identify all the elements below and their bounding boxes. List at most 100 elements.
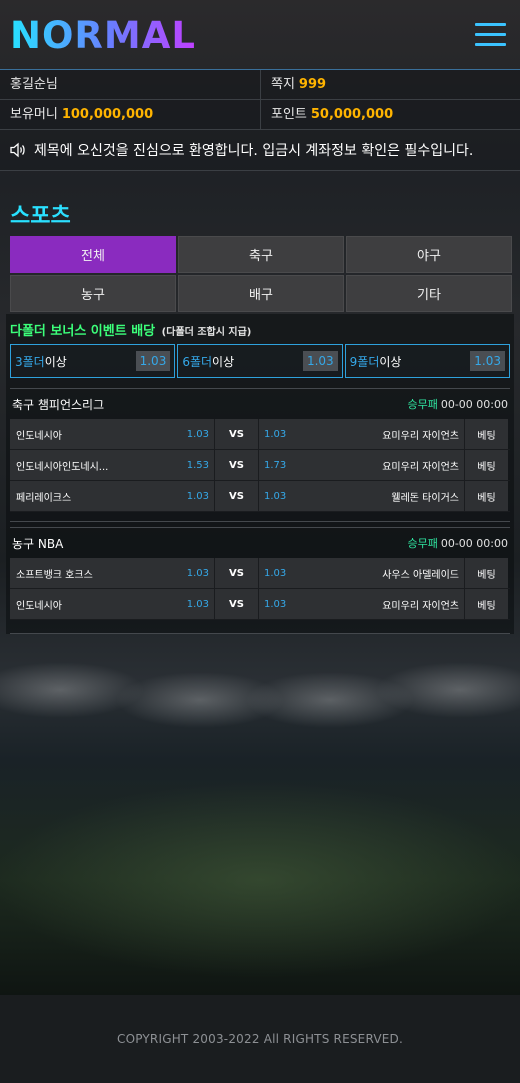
site-logo[interactable]: NORMAL — [10, 14, 196, 57]
money-value: 100,000,000 — [61, 107, 154, 122]
point-cell: 포인트 50,000,000 — [260, 100, 520, 129]
match-row: 페리레이크스 1.03 VS 1.03 웰레돈 타이거스 베팅 — [10, 481, 510, 512]
vs-label: VS — [215, 450, 259, 480]
home-team: 소프트뱅크 호크스 — [16, 569, 93, 581]
point-value: 50,000,000 — [310, 107, 394, 122]
notice-text: 제목에 오신것을 진심으로 환영합니다. 입금시 계좌정보 확인은 필수입니다. — [34, 143, 474, 159]
away-team-button[interactable]: 1.03 요미우리 자이언츠 — [259, 419, 465, 449]
vs-label: VS — [215, 558, 259, 588]
home-odds: 1.53 — [186, 459, 209, 471]
bonus-suffix: 이상 — [379, 354, 402, 369]
bonus-count: 3폴더 — [15, 354, 45, 369]
home-odds: 1.03 — [186, 598, 209, 610]
league-header: 농구 NBA 승무패 00-00 00:00 — [10, 528, 510, 558]
bonus-odds: 1.03 — [135, 351, 171, 371]
tab-all[interactable]: 전체 — [10, 236, 176, 273]
away-odds: 1.73 — [264, 459, 287, 471]
home-odds: 1.03 — [186, 428, 209, 440]
user-name: 홍길순님 — [10, 77, 58, 92]
money-label: 보유머니 — [10, 107, 58, 122]
home-team: 페리레이크스 — [16, 492, 72, 504]
home-team: 인도네시아 — [16, 430, 62, 442]
match-row: 인도네시아 1.03 VS 1.03 요미우리 자이언츠 베팅 — [10, 589, 510, 620]
match-time: 00-00 00:00 — [440, 537, 508, 550]
bonus-3-folder[interactable]: 3폴더이상 1.03 — [10, 344, 176, 378]
speaker-icon — [10, 142, 25, 158]
tab-soccer[interactable]: 축구 — [178, 236, 344, 273]
away-odds: 1.03 — [264, 567, 287, 579]
bet-type: 승무패 — [407, 398, 438, 411]
home-odds: 1.03 — [186, 490, 209, 502]
league-name: 축구 챔피언스리그 — [12, 397, 105, 412]
away-team-button[interactable]: 1.03 사우스 아델레이드 — [259, 558, 465, 588]
home-team-button[interactable]: 인도네시아 1.03 — [10, 419, 215, 449]
away-team: 사우스 아델레이드 — [382, 569, 459, 581]
money-cell: 보유머니 100,000,000 — [0, 100, 260, 129]
bonus-count: 9폴더 — [349, 354, 380, 369]
bonus-count: 6폴더 — [182, 354, 213, 369]
bonus-suffix: 이상 — [212, 354, 235, 369]
bonus-6-folder[interactable]: 6폴더이상 1.03 — [177, 344, 343, 378]
header: NORMAL — [0, 0, 520, 70]
vs-label: VS — [215, 481, 259, 511]
bonus-row: 3폴더이상 1.03 6폴더이상 1.03 9폴더이상 1.03 — [10, 344, 510, 378]
away-team-button[interactable]: 1.03 웰레돈 타이거스 — [259, 481, 465, 511]
home-team-button[interactable]: 페리레이크스 1.03 — [10, 481, 215, 511]
away-team-button[interactable]: 1.03 요미우리 자이언츠 — [259, 589, 465, 619]
bet-button[interactable]: 베팅 — [465, 481, 508, 511]
bonus-suffix: 이상 — [44, 354, 67, 369]
footer: COPYRIGHT 2003-2022 All RIGHTS RESERVED. — [0, 995, 520, 1083]
home-team: 인도네시아 — [16, 600, 62, 612]
bet-type: 승무패 — [407, 537, 438, 550]
point-label: 포인트 — [271, 107, 307, 122]
bonus-title: 다폴더 보너스 이벤트 배당 (다폴더 조합시 지급) — [10, 314, 510, 339]
league-block: 농구 NBA 승무패 00-00 00:00 소프트뱅크 호크스 1.03 VS 1… — [10, 527, 510, 634]
away-team: 요미우리 자이언츠 — [382, 600, 459, 612]
away-odds: 1.03 — [264, 598, 287, 610]
match-row: 소프트뱅크 호크스 1.03 VS 1.03 사우스 아델레이드 베팅 — [10, 558, 510, 589]
away-odds: 1.03 — [264, 428, 287, 440]
vs-label: VS — [215, 589, 259, 619]
message-link[interactable]: 쪽지 999 — [260, 70, 520, 99]
bonus-title-text: 다폴더 보너스 이벤트 배당 — [10, 324, 156, 339]
away-team-button[interactable]: 1.73 요미우리 자이언츠 — [259, 450, 465, 480]
league-header: 축구 챔피언스리그 승무패 00-00 00:00 — [10, 389, 510, 419]
vs-label: VS — [215, 419, 259, 449]
bet-button[interactable]: 베팅 — [465, 450, 508, 480]
match-time: 00-00 00:00 — [440, 398, 508, 411]
bonus-panel: 다폴더 보너스 이벤트 배당 (다폴더 조합시 지급) 3폴더이상 1.03 6… — [6, 314, 514, 634]
bet-button[interactable]: 베팅 — [465, 589, 508, 619]
notice-bar: 제목에 오신것을 진심으로 환영합니다. 입금시 계좌정보 확인은 필수입니다. — [0, 130, 520, 171]
league-divider — [10, 512, 510, 522]
tab-basketball[interactable]: 농구 — [10, 275, 176, 312]
section-title: 스포츠 — [10, 198, 520, 229]
league-block: 축구 챔피언스리그 승무패 00-00 00:00 인도네시아 1.03 VS 1.… — [10, 388, 510, 522]
home-team: 인도네시아인도네시... — [16, 461, 109, 473]
away-team: 요미우리 자이언츠 — [382, 461, 459, 473]
away-team: 요미우리 자이언츠 — [382, 430, 459, 442]
bonus-9-folder[interactable]: 9폴더이상 1.03 — [344, 344, 510, 378]
home-team-button[interactable]: 인도네시아인도네시... 1.53 — [10, 450, 215, 480]
match-row: 인도네시아인도네시... 1.53 VS 1.73 요미우리 자이언츠 베팅 — [10, 450, 510, 481]
page: NORMAL 홍길순님 쪽지 999 보유머니 100,000,000 포인트 50,… — [0, 0, 520, 634]
league-divider — [10, 620, 510, 634]
bonus-odds: 1.03 — [470, 351, 505, 371]
bonus-odds: 1.03 — [302, 351, 338, 371]
tab-baseball[interactable]: 야구 — [346, 236, 512, 273]
bonus-subtitle: (다폴더 조합시 지급) — [161, 327, 252, 338]
message-label: 쪽지 — [271, 77, 295, 92]
tab-volleyball[interactable]: 배구 — [178, 275, 344, 312]
home-odds: 1.03 — [186, 567, 209, 579]
user-info-row-1: 홍길순님 쪽지 999 — [0, 70, 520, 100]
bet-button[interactable]: 베팅 — [465, 558, 508, 588]
bet-button[interactable]: 베팅 — [465, 419, 508, 449]
hamburger-menu-icon[interactable] — [475, 23, 506, 47]
home-team-button[interactable]: 소프트뱅크 호크스 1.03 — [10, 558, 215, 588]
home-team-button[interactable]: 인도네시아 1.03 — [10, 589, 215, 619]
copyright-text: COPYRIGHT 2003-2022 All RIGHTS RESERVED. — [117, 1032, 403, 1046]
tab-etc[interactable]: 기타 — [346, 275, 512, 312]
league-name: 농구 NBA — [12, 536, 64, 551]
user-info-row-2: 보유머니 100,000,000 포인트 50,000,000 — [0, 100, 520, 130]
match-row: 인도네시아 1.03 VS 1.03 요미우리 자이언츠 베팅 — [10, 419, 510, 450]
message-count: 999 — [298, 77, 327, 92]
